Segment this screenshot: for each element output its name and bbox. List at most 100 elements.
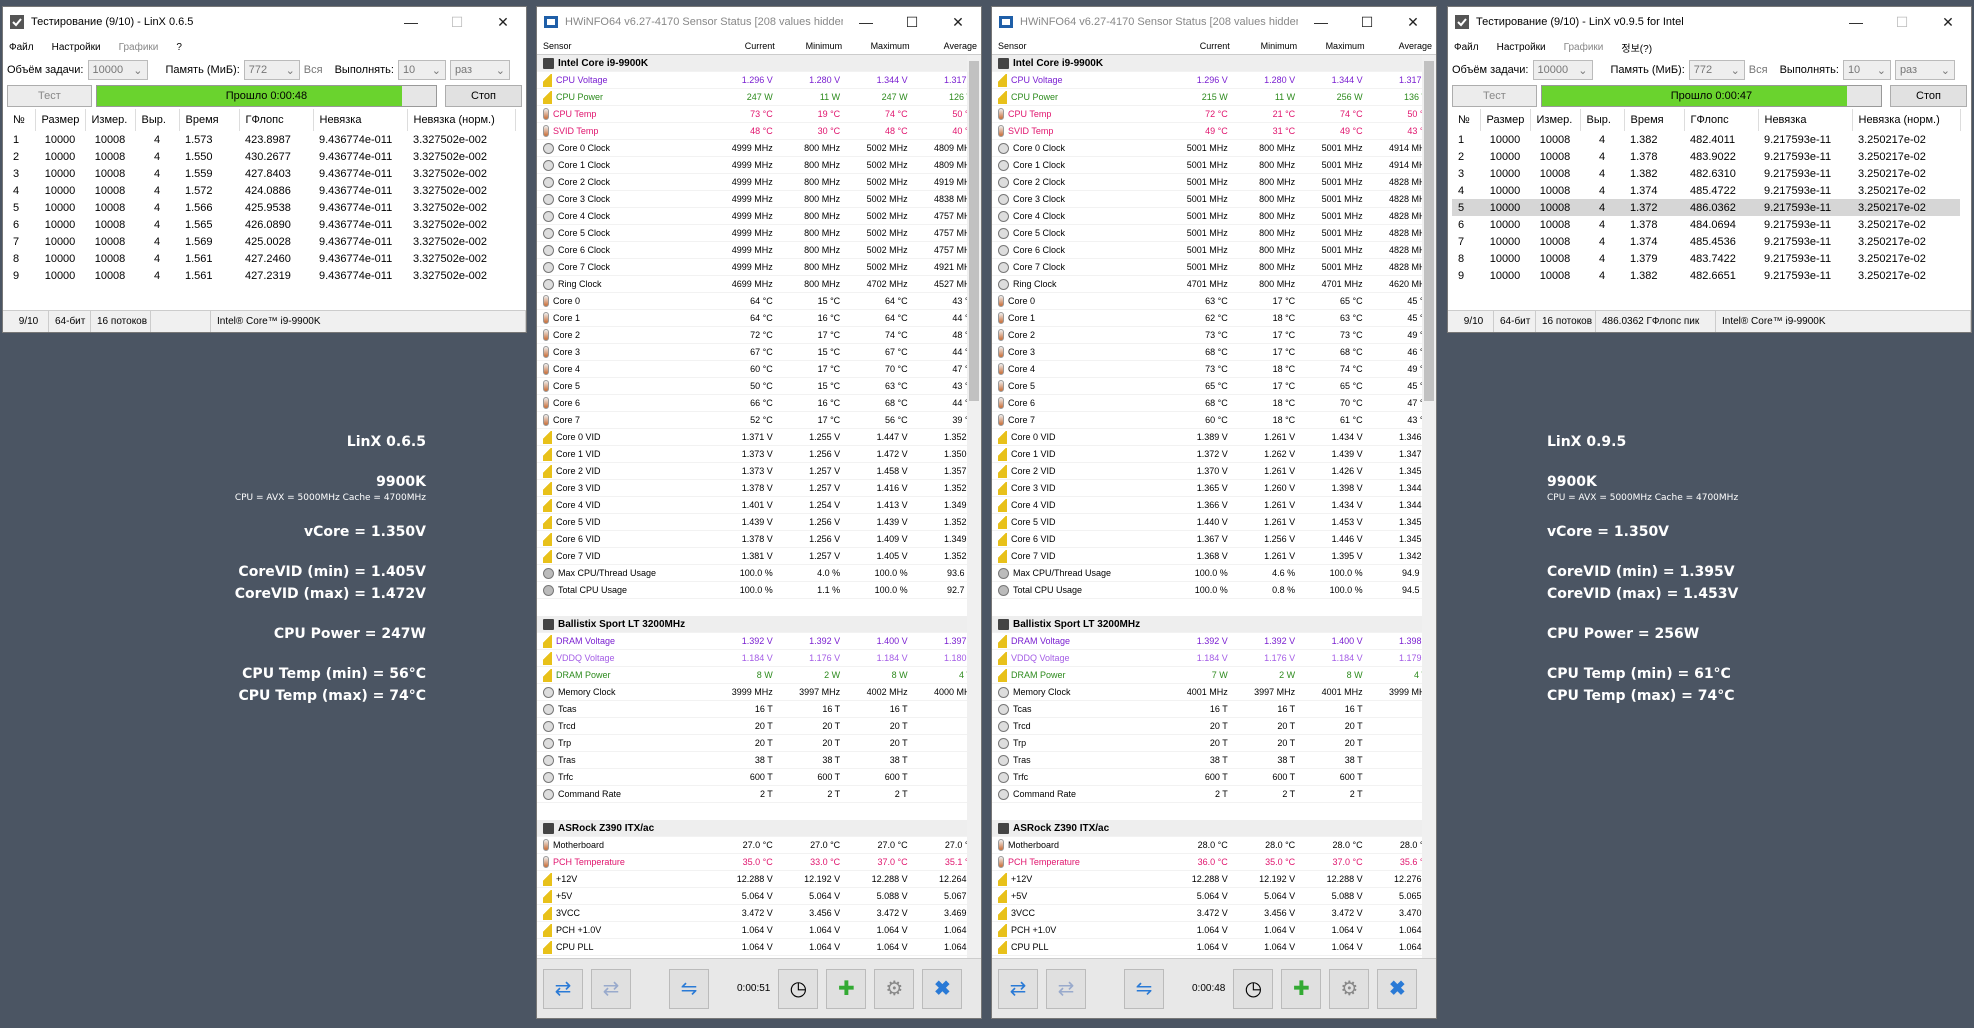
table-row[interactable]: 1 10000 10008 4 1.382 482.4011 9.217593e-11 3.2…	[1452, 131, 1960, 148]
menu-settings[interactable]: Настройки	[52, 42, 101, 53]
sensor-row[interactable]: Command Rate 2 T 2 T 2 T	[537, 786, 981, 803]
sensor-group[interactable]: Ballistix Sport LT 3200MHz	[992, 616, 1436, 633]
sensor-row[interactable]: CPU Voltage 1.296 V 1.280 V 1.344 V 1.317 V	[537, 72, 981, 89]
sensor-row[interactable]: Core 3 Clock 5001 MHz 800 MHz 5001 MHz 4828 …	[992, 191, 1436, 208]
sensor-row[interactable]: CPU Temp 73 °C 19 °C 74 °C 50 °C	[537, 106, 981, 123]
sensor-group[interactable]: Ballistix Sport LT 3200MHz	[537, 616, 981, 633]
sensor-row[interactable]: +5V 5.064 V 5.064 V 5.088 V 5.065 V	[992, 888, 1436, 905]
sensor-row[interactable]: Core 0 63 °C 17 °C 65 °C 45 °C	[992, 293, 1436, 310]
menu-help[interactable]: ?	[176, 42, 182, 53]
sensor-row[interactable]: Tras 38 T 38 T 38 T	[992, 752, 1436, 769]
sensor-row[interactable]: Max CPU/Thread Usage 100.0 % 4.6 % 100.0 % 9…	[992, 565, 1436, 582]
sensor-row[interactable]: Core 0 Clock 5001 MHz 800 MHz 5001 MHz 4914 …	[992, 140, 1436, 157]
sensor-row[interactable]: Core 3 Clock 4999 MHz 800 MHz 5002 MHz 4838 …	[537, 191, 981, 208]
table-row[interactable]: 4 10000 10008 4 1.374 485.4722 9.217593e-11 3.2…	[1452, 182, 1960, 199]
sensor-row[interactable]: CPU Power 215 W 11 W 256 W 136 W	[992, 89, 1436, 106]
sensor-row[interactable]: Core 7 VID 1.368 V 1.261 V 1.395 V 1.342 V	[992, 548, 1436, 565]
sensor-row[interactable]: CPU PLL 1.064 V 1.064 V 1.064 V 1.064 V	[992, 939, 1436, 956]
table-row[interactable]: 5 10000 10008 4 1.372 486.0362 9.217593e-11 3.2…	[1452, 199, 1960, 216]
sensor-row[interactable]: Core 1 Clock 4999 MHz 800 MHz 5002 MHz 4809 …	[537, 157, 981, 174]
table-row[interactable]: 9 10000 10008 4 1.382 482.6651 9.217593e-11 3.2…	[1452, 267, 1960, 284]
sensor-row[interactable]: Core 7 60 °C 18 °C 61 °C 43 °C	[992, 412, 1436, 429]
table-row[interactable]: 9 10000 10008 4 1.561 427.2319 9.436774e-011 3.…	[7, 267, 515, 284]
network-icon[interactable]: ⇋	[1124, 968, 1164, 1009]
col-header[interactable]: Время	[179, 109, 240, 131]
menu-graphs[interactable]: Графики	[1564, 42, 1604, 53]
sensor-row[interactable]: Command Rate 2 T 2 T 2 T	[992, 786, 1436, 803]
close-icon[interactable]: ✕	[480, 7, 526, 37]
col-current[interactable]: Current	[711, 41, 778, 51]
sensor-row[interactable]: Core 4 60 °C 17 °C 70 °C 47 °C	[537, 361, 981, 378]
table-row[interactable]: 1 10000 10008 4 1.573 423.8987 9.436774e-011 3.…	[7, 131, 515, 148]
menu-help[interactable]: 정보(?)	[1621, 40, 1652, 55]
sensor-row[interactable]: Motherboard 28.0 °C 28.0 °C 28.0 °C 28.0 °C	[992, 837, 1436, 854]
sensor-row[interactable]: +5V 5.064 V 5.064 V 5.088 V 5.067 V	[537, 888, 981, 905]
sensor-row[interactable]: DRAM Power8 W2 W8 W4 W	[537, 667, 981, 684]
scrollbar[interactable]	[967, 55, 981, 958]
sensor-row[interactable]: Memory Clock 3999 MHz 3997 MHz 4002 MHz 4000…	[537, 684, 981, 701]
navigate-arrows-disabled-icon[interactable]: ⇄	[591, 968, 631, 1009]
sensor-row[interactable]: Tcas 16 T 16 T 16 T	[537, 701, 981, 718]
run-count-select[interactable]: 10 ⌄	[397, 60, 446, 80]
table-row[interactable]: 4 10000 10008 4 1.572 424.0886 9.436774e-011 3.…	[7, 182, 515, 199]
scrollbar-thumb[interactable]	[1424, 61, 1434, 401]
run-unit-select[interactable]: раз ⌄	[449, 60, 510, 80]
sensor-row[interactable]: PCH Temperature 35.0 °C 33.0 °C 37.0 °C 35.1…	[537, 854, 981, 871]
table-row[interactable]: 2 10000 10008 4 1.378 483.9022 9.217593e-11 3.2…	[1452, 148, 1960, 165]
clock-icon[interactable]: ◷	[778, 968, 819, 1009]
memory-select[interactable]: 772 ⌄	[243, 60, 300, 80]
sensor-row[interactable]: Trfc 600 T 600 T 600 T	[992, 769, 1436, 786]
sensor-row[interactable]: Core 6 VID 1.367 V 1.256 V 1.446 V 1.345 V	[992, 531, 1436, 548]
col-maximum[interactable]: Maximum	[846, 41, 913, 51]
sensor-group[interactable]: Intel Core i9-9900K	[992, 55, 1436, 72]
sensor-row[interactable]: Core 2 73 °C 17 °C 73 °C 49 °C	[992, 327, 1436, 344]
sensor-row[interactable]: Core 7 VID 1.381 V 1.257 V 1.405 V 1.352 V	[537, 548, 981, 565]
maximize-icon[interactable]: ☐	[434, 7, 480, 37]
sensor-row[interactable]: CPU Voltage 1.296 V 1.280 V 1.344 V 1.317 V	[992, 72, 1436, 89]
sensor-row[interactable]: +12V 12.288 V 12.192 V 12.288 V 12.276 V	[992, 871, 1436, 888]
minimize-icon[interactable]: —	[1298, 7, 1344, 37]
sensor-row[interactable]: Core 4 Clock 5001 MHz 800 MHz 5001 MHz 4828 …	[992, 208, 1436, 225]
sensor-row[interactable]: Total CPU Usage 100.0 % 0.8 % 100.0 % 94.5 %	[992, 582, 1436, 599]
sensor-row[interactable]: Core 0 VID 1.371 V 1.255 V 1.447 V 1.352 V	[537, 429, 981, 446]
minimize-icon[interactable]: —	[843, 7, 889, 37]
sensor-row[interactable]: +12V 12.288 V 12.192 V 12.288 V 12.264 V	[537, 871, 981, 888]
sensor-row[interactable]: CPU Temp 72 °C 21 °C 74 °C 50 °C	[992, 106, 1436, 123]
table-row[interactable]: 7 10000 10008 4 1.374 485.4536 9.217593e-11 3.2…	[1452, 233, 1960, 250]
sensor-row[interactable]: Core 4 VID 1.366 V 1.261 V 1.434 V 1.344 V	[992, 497, 1436, 514]
col-minimum[interactable]: Minimum	[1234, 41, 1301, 51]
sensor-row[interactable]: Core 1 64 °C 16 °C 64 °C 44 °C	[537, 310, 981, 327]
sensor-group[interactable]: ASRock Z390 ITX/ac	[992, 820, 1436, 837]
sensor-group[interactable]: Intel Core i9-9900K	[537, 55, 981, 72]
sensor-row[interactable]: Core 2 Clock 5001 MHz 800 MHz 5001 MHz 4828 …	[992, 174, 1436, 191]
sensor-row[interactable]: Core 7 Clock 4999 MHz 800 MHz 5002 MHz 4921 …	[537, 259, 981, 276]
sensor-row[interactable]: CPU PLL 1.064 V 1.064 V 1.064 V 1.064 V	[537, 939, 981, 956]
stop-button[interactable]: Стоп	[445, 85, 522, 107]
close-icon[interactable]: ✕	[1925, 7, 1971, 37]
sensor-row[interactable]: VDDQ Voltage 1.184 V 1.176 V 1.184 V 1.180 V	[537, 650, 981, 667]
sensor-row[interactable]: Core 5 VID 1.440 V 1.261 V 1.453 V 1.345 V	[992, 514, 1436, 531]
sensor-row[interactable]: Core 6 Clock 4999 MHz 800 MHz 5002 MHz 4757 …	[537, 242, 981, 259]
run-count-select[interactable]: 10 ⌄	[1842, 60, 1891, 80]
col-header[interactable]: ГФлопс	[1684, 109, 1759, 131]
sensor-row[interactable]: Core 1 VID 1.372 V 1.262 V 1.439 V 1.347 V	[992, 446, 1436, 463]
sensor-row[interactable]: Core 2 VID 1.373 V 1.257 V 1.458 V 1.357 V	[537, 463, 981, 480]
sensor-row[interactable]: Core 5 VID 1.439 V 1.256 V 1.439 V 1.352 V	[537, 514, 981, 531]
menu-settings[interactable]: Настройки	[1497, 42, 1546, 53]
close-sensors-icon[interactable]: ✖	[922, 968, 963, 1009]
sensor-row[interactable]: Core 3 VID 1.378 V 1.257 V 1.416 V 1.352 V	[537, 480, 981, 497]
task-size-select[interactable]: 10000 ⌄	[1532, 60, 1593, 80]
sensor-row[interactable]: Core 0 VID 1.389 V 1.261 V 1.434 V 1.346 V	[992, 429, 1436, 446]
table-row[interactable]: 8 10000 10008 4 1.561 427.2460 9.436774e-011 3.…	[7, 250, 515, 267]
sensor-row[interactable]: Core 1 VID 1.373 V 1.256 V 1.472 V 1.350 V	[537, 446, 981, 463]
sensor-row[interactable]: Tcas 16 T 16 T 16 T	[992, 701, 1436, 718]
sensor-row[interactable]: Core 4 Clock 4999 MHz 800 MHz 5002 MHz 4757 …	[537, 208, 981, 225]
table-row[interactable]: 3 10000 10008 4 1.382 482.6310 9.217593e-11 3.2…	[1452, 165, 1960, 182]
col-average[interactable]: Average	[1369, 41, 1436, 51]
col-maximum[interactable]: Maximum	[1301, 41, 1368, 51]
sensor-row[interactable]: Core 3 67 °C 15 °C 67 °C 44 °C	[537, 344, 981, 361]
sensor-row[interactable]: Core 0 Clock 4999 MHz 800 MHz 5002 MHz 4809 …	[537, 140, 981, 157]
sensor-row[interactable]: Core 2 VID 1.370 V 1.261 V 1.426 V 1.345 V	[992, 463, 1436, 480]
sensor-row[interactable]: Trp 20 T 20 T 20 T	[992, 735, 1436, 752]
table-row[interactable]: 3 10000 10008 4 1.559 427.8403 9.436774e-011 3.…	[7, 165, 515, 182]
